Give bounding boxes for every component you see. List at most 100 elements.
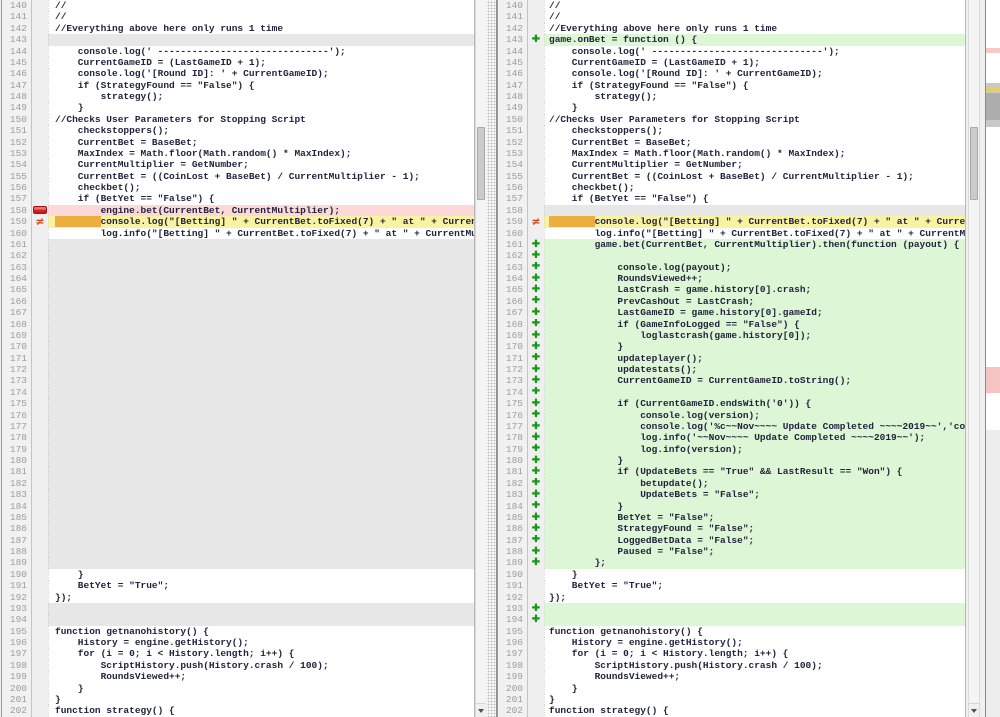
code-line[interactable]: BetYet = "True";: [48, 580, 474, 591]
code-line[interactable]: }: [544, 683, 965, 694]
overview-diff-mark[interactable]: [986, 48, 1000, 53]
code-line[interactable]: updateplayer();: [544, 353, 965, 364]
code-line[interactable]: //Everything above here only runs 1 time: [544, 23, 965, 34]
code-line[interactable]: [48, 466, 474, 477]
code-line[interactable]: [48, 523, 474, 534]
code-line[interactable]: Paused = "False";: [544, 546, 965, 557]
code-line[interactable]: [48, 353, 474, 364]
code-line[interactable]: loglastcrash(game.history[0]);: [544, 330, 965, 341]
code-line[interactable]: [48, 307, 474, 318]
code-line[interactable]: log.info("[Betting] " + CurrentBet.toFix…: [48, 228, 474, 239]
code-line[interactable]: [48, 546, 474, 557]
code-line[interactable]: RoundsViewed++;: [544, 671, 965, 682]
code-line[interactable]: [48, 455, 474, 466]
code-line[interactable]: CurrentBet = ((CoinLost + BaseBet) / Cur…: [544, 171, 965, 182]
code-line[interactable]: ScriptHistory.push(History.crash / 100);: [48, 660, 474, 671]
pane-splitter[interactable]: [486, 0, 497, 717]
code-line[interactable]: RoundsViewed++;: [48, 671, 474, 682]
code-line[interactable]: //: [544, 11, 965, 22]
code-line[interactable]: console.log('%c~~Nov~~~~ Update Complete…: [544, 421, 965, 432]
code-line[interactable]: }: [544, 341, 965, 352]
diff-pane-left[interactable]: 140//141//142//Everything above here onl…: [1, 0, 475, 717]
code-line[interactable]: [48, 34, 474, 45]
code-line[interactable]: [48, 284, 474, 295]
code-line[interactable]: game.onBet = function () {: [544, 34, 965, 45]
diff-pane-right[interactable]: 140//141//142//Everything above here onl…: [497, 0, 966, 717]
code-line[interactable]: [48, 398, 474, 409]
code-line[interactable]: [48, 239, 474, 250]
code-line[interactable]: }: [544, 501, 965, 512]
code-line[interactable]: console.log(' --------------------------…: [48, 46, 474, 57]
code-line[interactable]: LoggedBetData = "False";: [544, 535, 965, 546]
code-line[interactable]: History = engine.getHistory();: [48, 637, 474, 648]
overview-diff-mark[interactable]: [986, 367, 1000, 393]
code-line[interactable]: }: [544, 569, 965, 580]
code-line[interactable]: }: [48, 683, 474, 694]
code-line[interactable]: //Checks User Parameters for Stopping Sc…: [544, 114, 965, 125]
code-line[interactable]: [48, 387, 474, 398]
code-line[interactable]: [48, 319, 474, 330]
code-line[interactable]: [48, 603, 474, 614]
code-line[interactable]: //Everything above here only runs 1 time: [48, 23, 474, 34]
code-line[interactable]: [48, 501, 474, 512]
code-line[interactable]: }: [48, 569, 474, 580]
code-line[interactable]: [48, 296, 474, 307]
code-line[interactable]: });: [48, 592, 474, 603]
code-line[interactable]: checkbet();: [544, 182, 965, 193]
code-line[interactable]: [48, 512, 474, 523]
code-line[interactable]: function getnanohistory() {: [48, 626, 474, 637]
right-scrollbar-down-button[interactable]: [969, 703, 979, 717]
code-line[interactable]: if (BetYet == "False") {: [544, 193, 965, 204]
code-line[interactable]: updatestats();: [544, 364, 965, 375]
code-line[interactable]: CurrentBet = BaseBet;: [48, 137, 474, 148]
code-line[interactable]: CurrentBet = BaseBet;: [544, 137, 965, 148]
overview-diff-mark[interactable]: [986, 93, 1000, 120]
code-line[interactable]: CurrentMultiplier = GetNumber;: [48, 159, 474, 170]
code-line[interactable]: };: [544, 557, 965, 568]
code-line[interactable]: function getnanohistory() {: [544, 626, 965, 637]
code-line[interactable]: [48, 250, 474, 261]
overview-diff-mark[interactable]: [986, 88, 1000, 91]
code-line[interactable]: console.log("[Betting] " + CurrentBet.to…: [48, 216, 474, 227]
code-line[interactable]: //Checks User Parameters for Stopping Sc…: [48, 114, 474, 125]
code-line[interactable]: if (StrategyFound == "False") {: [544, 80, 965, 91]
code-line[interactable]: if (StrategyFound == "False") {: [48, 80, 474, 91]
code-line[interactable]: [544, 250, 965, 261]
code-line[interactable]: MaxIndex = Math.floor(Math.random() * Ma…: [544, 148, 965, 159]
code-line[interactable]: CurrentGameID = (LastGameID + 1);: [48, 57, 474, 68]
code-line[interactable]: MaxIndex = Math.floor(Math.random() * Ma…: [48, 148, 474, 159]
code-line[interactable]: if (GameInfoLogged == "False") {: [544, 319, 965, 330]
code-line[interactable]: ScriptHistory.push(History.crash / 100);: [544, 660, 965, 671]
code-line[interactable]: [48, 557, 474, 568]
code-line[interactable]: LastGameID = game.history[0].gameId;: [544, 307, 965, 318]
code-line[interactable]: LastCrash = game.history[0].crash;: [544, 284, 965, 295]
code-line[interactable]: BetYet = "True";: [544, 580, 965, 591]
code-line[interactable]: }: [544, 455, 965, 466]
code-line[interactable]: for (i = 0; i < History.length; i++) {: [48, 648, 474, 659]
left-scrollbar-thumb[interactable]: [477, 127, 485, 200]
code-line[interactable]: [48, 444, 474, 455]
code-line[interactable]: }: [48, 102, 474, 113]
code-line[interactable]: [48, 330, 474, 341]
code-line[interactable]: console.log(' --------------------------…: [544, 46, 965, 57]
code-line[interactable]: log.info('~~Nov~~~~ Update Completed ~~~…: [544, 432, 965, 443]
code-line[interactable]: game.bet(CurrentBet, CurrentMultiplier).…: [544, 239, 965, 250]
code-line[interactable]: [48, 375, 474, 386]
code-line[interactable]: [48, 478, 474, 489]
code-line[interactable]: checkbet();: [48, 182, 474, 193]
code-line[interactable]: [48, 341, 474, 352]
code-line[interactable]: //: [48, 11, 474, 22]
code-line[interactable]: betupdate();: [544, 478, 965, 489]
diff-overview-map[interactable]: [985, 0, 1000, 717]
code-line[interactable]: log.info(version);: [544, 444, 965, 455]
code-line[interactable]: //: [48, 0, 474, 11]
code-line[interactable]: console.log('[Round ID]: ' + CurrentGame…: [544, 68, 965, 79]
code-line[interactable]: [48, 432, 474, 443]
code-line[interactable]: CurrentGameID = CurrentGameID.toString()…: [544, 375, 965, 386]
right-pane-vertical-scrollbar[interactable]: [968, 0, 980, 717]
code-line[interactable]: History = engine.getHistory();: [544, 637, 965, 648]
right-scrollbar-thumb[interactable]: [970, 127, 978, 200]
left-scrollbar-down-button[interactable]: [476, 703, 486, 717]
code-line[interactable]: BetYet = "False";: [544, 512, 965, 523]
code-line[interactable]: [48, 421, 474, 432]
